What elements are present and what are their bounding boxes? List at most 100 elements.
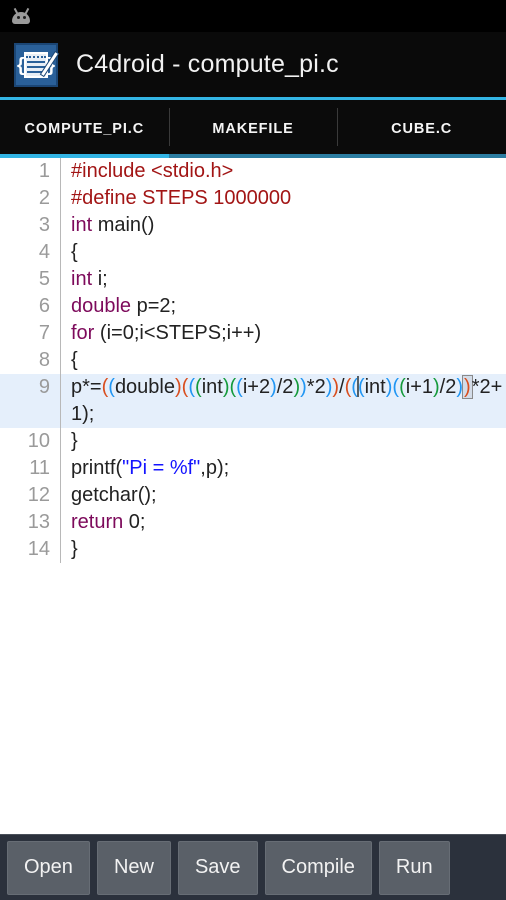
code-token: ( [108, 376, 115, 398]
code-token: ( [94, 322, 107, 344]
code-line[interactable]: 9 p*=((double)(((int)((i+2)/2))*2))/(((in… [0, 374, 506, 428]
code-text[interactable]: printf("Pi = %f",p); [61, 455, 506, 482]
code-line[interactable]: 3 int main() [0, 212, 506, 239]
code-line[interactable]: 10} [0, 428, 506, 455]
code-token: printf [71, 457, 116, 479]
code-token: p [205, 457, 217, 479]
code-token: ) [300, 376, 307, 398]
line-number: 11 [29, 457, 50, 479]
code-token: p [136, 295, 148, 317]
code-text[interactable]: int main() [61, 212, 506, 239]
code-token: { [71, 241, 78, 263]
new-button[interactable]: New [96, 840, 171, 895]
code-text[interactable]: { [61, 347, 506, 374]
code-line[interactable]: 8{ [0, 347, 506, 374]
line-number: 9 [38, 376, 50, 398]
code-line[interactable]: 14} [0, 536, 506, 563]
tab-cube-c[interactable]: CUBE.C [337, 100, 506, 158]
tab-makefile[interactable]: MAKEFILE [168, 100, 338, 158]
code-token: ) [82, 403, 89, 425]
code-token: *2 [306, 376, 326, 398]
status-bar [0, 0, 506, 32]
keyword-token: return [71, 511, 124, 533]
tab-label: COMPUTE_PI.C [24, 121, 145, 137]
line-number: 4 [38, 241, 50, 263]
code-token: int [364, 376, 386, 398]
code-line[interactable]: 1 #include <stdio.h> [0, 158, 506, 185]
keyword-token: int [71, 268, 93, 290]
code-token: getchar [71, 484, 138, 506]
code-text[interactable]: int i; [61, 266, 506, 293]
code-token: (); [137, 484, 157, 506]
c4droid-app-icon[interactable]: { } [14, 42, 58, 87]
code-token: ( [195, 376, 202, 398]
android-head-icon [10, 7, 32, 25]
code-text[interactable]: p*=((double)(((int)((i+2)/2))*2))/(((int… [61, 374, 506, 428]
code-token: double [114, 376, 175, 398]
code-text[interactable]: double p=2; [61, 293, 506, 320]
code-line[interactable]: 5 int i; [0, 266, 506, 293]
run-button[interactable]: Run [378, 840, 450, 895]
page-title: C4droid - compute_pi.c [76, 50, 339, 78]
line-number: 13 [27, 511, 50, 533]
code-token: =0; [111, 322, 140, 344]
line-number: 3 [38, 214, 50, 236]
code-token: ( [357, 376, 365, 398]
code-token: () [141, 214, 155, 236]
line-number: 6 [38, 295, 50, 317]
code-token: ); [216, 457, 230, 479]
save-button[interactable]: Save [177, 840, 258, 895]
open-button[interactable]: Open [7, 840, 90, 895]
line-number: 10 [27, 430, 50, 452]
code-token: } [71, 538, 78, 560]
code-token: { [71, 349, 78, 371]
line-number: 7 [38, 322, 50, 344]
code-token: STEPS [155, 322, 222, 344]
code-text[interactable]: #include <stdio.h> [61, 158, 506, 185]
code-line[interactable]: 4{ [0, 239, 506, 266]
code-token: =2; [147, 295, 177, 317]
line-number: 14 [27, 538, 50, 560]
code-line[interactable]: 2 #define STEPS 1000000 [0, 185, 506, 212]
code-token: ( [188, 376, 196, 398]
title-bar: { } C4droid - compute_pi.c [0, 32, 506, 100]
code-token: p*= [71, 376, 102, 398]
keyword-token: double [71, 295, 132, 317]
preprocessor-token: #include <stdio.h> [71, 160, 234, 182]
code-text[interactable]: #define STEPS 1000000 [61, 185, 506, 212]
code-line[interactable]: 13 return 0; [0, 509, 506, 536]
code-token: i+1 [405, 376, 433, 398]
keyword-token: for [71, 322, 95, 344]
code-line[interactable]: 11 printf("Pi = %f",p); [0, 455, 506, 482]
code-token: ++) [231, 322, 262, 344]
line-number: 1 [38, 160, 50, 182]
code-text[interactable]: return 0; [61, 509, 506, 536]
code-text[interactable]: { [61, 239, 506, 266]
code-token: } [71, 430, 78, 452]
code-token: i+2 [242, 376, 271, 398]
code-text[interactable]: for (i=0;i<STEPS;i++) [61, 320, 506, 347]
preprocessor-token: #define STEPS 1000000 [71, 187, 292, 209]
code-editor[interactable]: 1 #include <stdio.h> 2 #define STEPS 100000… [0, 158, 506, 834]
code-line[interactable]: 6 double p=2; [0, 293, 506, 320]
code-token: ; [88, 403, 95, 425]
string-literal-token: "Pi = %f" [122, 457, 201, 479]
code-text[interactable]: } [61, 536, 506, 563]
line-number: 2 [38, 187, 50, 209]
code-token: < [143, 322, 156, 344]
code-token: ) [433, 376, 440, 398]
code-token: ( [236, 376, 243, 398]
code-token: int [201, 376, 223, 398]
action-bar: Open New Save Compile Run [0, 834, 506, 900]
code-token: 0; [123, 511, 146, 533]
code-token: ) [175, 376, 182, 398]
code-text[interactable]: getchar(); [61, 482, 506, 509]
code-token: main [97, 214, 142, 236]
code-line[interactable]: 7 for (i=0;i<STEPS;i++) [0, 320, 506, 347]
code-text[interactable]: } [61, 428, 506, 455]
code-token: ( [399, 376, 406, 398]
tab-compute-pi-c[interactable]: COMPUTE_PI.C [0, 100, 169, 158]
code-line[interactable]: 12 getchar(); [0, 482, 506, 509]
compile-button[interactable]: Compile [264, 840, 372, 895]
line-number: 12 [27, 484, 50, 506]
